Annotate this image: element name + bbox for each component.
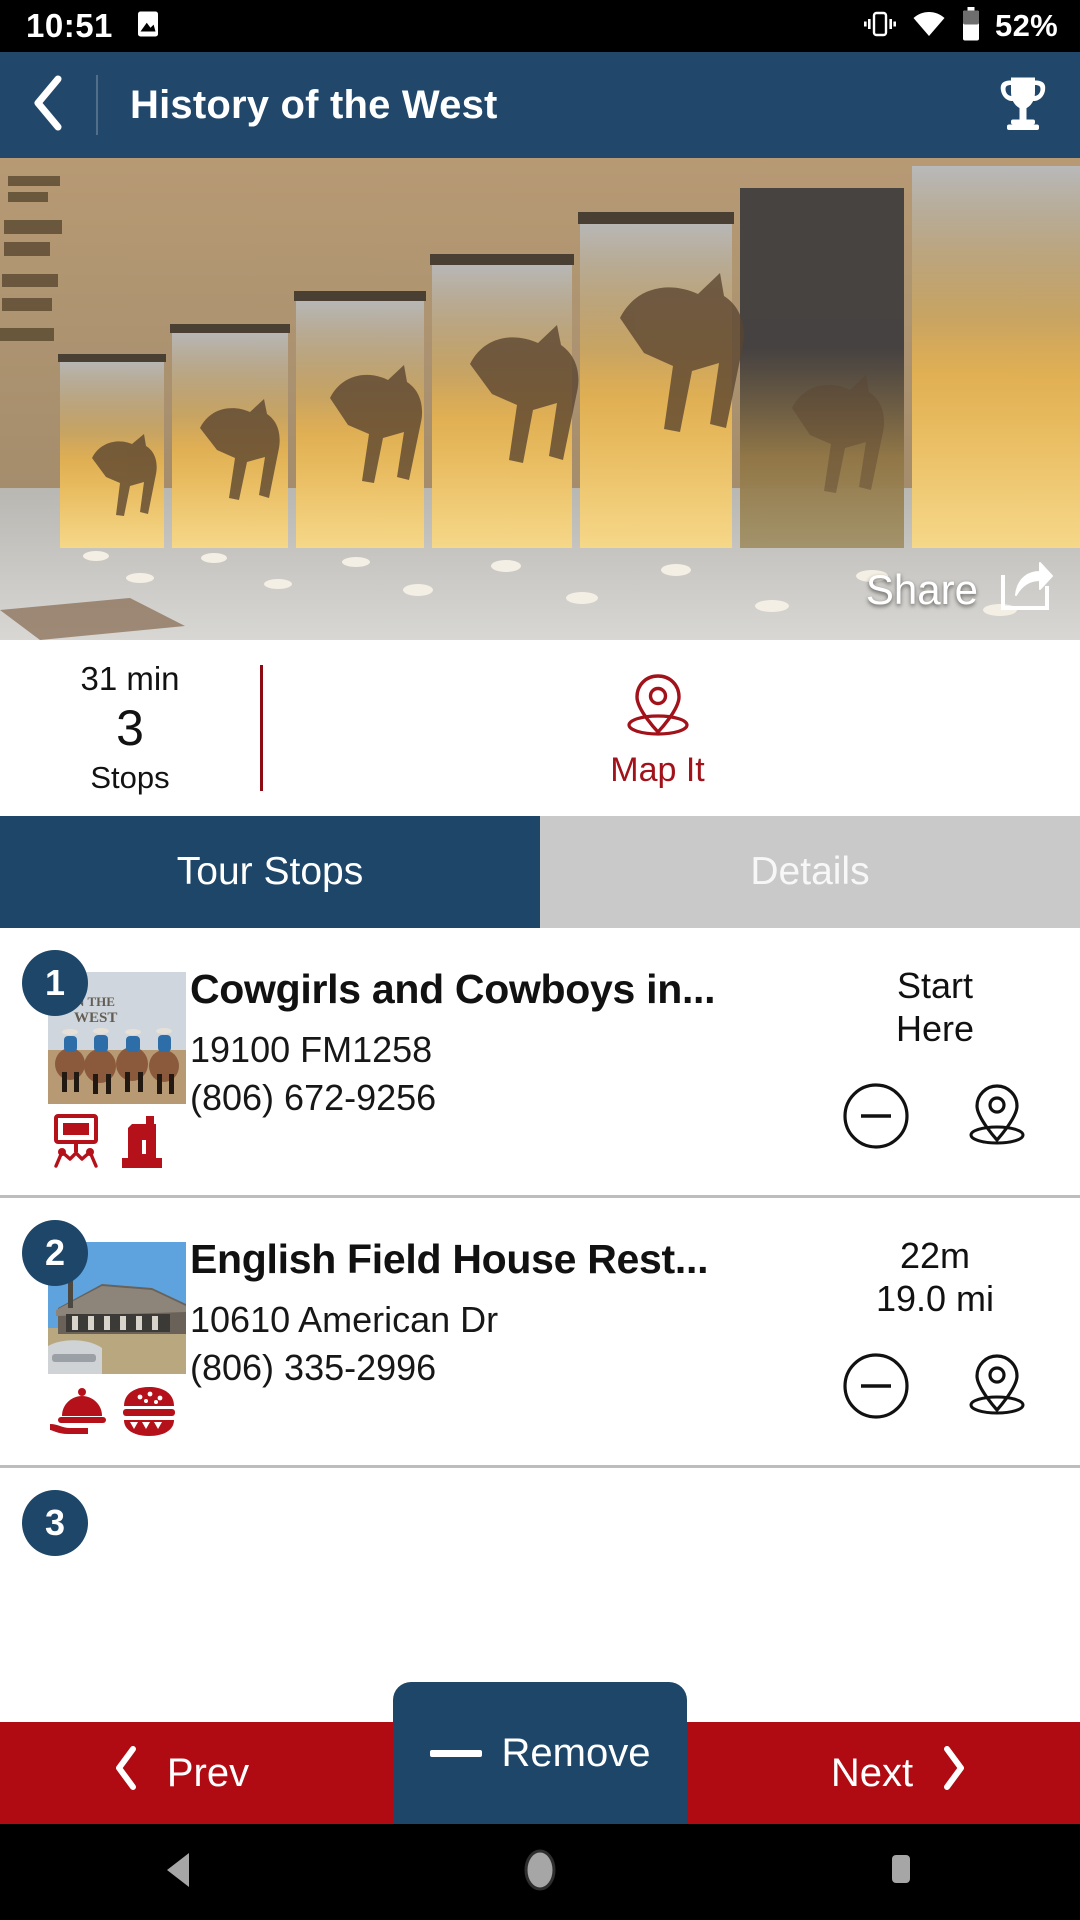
battery-icon [961, 6, 981, 46]
share-label: Share [865, 565, 978, 613]
dining-tray-icon [48, 1382, 106, 1445]
tour-duration: 31 min [80, 660, 180, 698]
trophy-button[interactable] [996, 72, 1050, 139]
status-bar-right: 52% [863, 6, 1058, 46]
map-it-button[interactable]: Map It [235, 666, 1080, 790]
page-title: History of the West [130, 82, 498, 127]
hero-image: Share [0, 158, 1080, 640]
header-divider [96, 75, 98, 135]
tour-stop-count-label: Stops [90, 759, 170, 795]
vibrate-icon [863, 9, 897, 44]
table-row[interactable]: 2 English Field House Rest... 10610 Amer… [0, 1198, 1080, 1468]
android-home-icon [517, 1845, 563, 1900]
stop-address: 19100 FM1258 [190, 1029, 433, 1070]
tour-stop-list: 1 IN THE WEST Cowgirls and Cowboys in...… [0, 928, 1080, 1714]
map-pin-outline-icon [969, 1354, 1025, 1415]
burger-icon [120, 1382, 178, 1445]
stop-meta: 22m 19.0 mi [876, 1234, 994, 1320]
prev-button[interactable]: Prev [0, 1745, 360, 1801]
stop-meta: Start Here [896, 964, 974, 1050]
map-pin-icon [619, 666, 697, 749]
android-back-icon [159, 1847, 201, 1898]
stop-category-icons [48, 1382, 190, 1445]
stop-phone[interactable]: (806) 672-9256 [190, 1077, 780, 1119]
remove-label: Remove [501, 1730, 651, 1775]
stop-media-column: 2 [0, 1220, 190, 1445]
tab-bar: Tour Stops Details [0, 816, 1080, 928]
stop-title: Cowgirls and Cowboys in... [190, 966, 716, 1012]
stop-info-column [190, 1490, 790, 1506]
stop-meta-line-1: 22m [899, 1235, 971, 1276]
stop-map-button[interactable] [964, 1080, 1030, 1152]
tab-tour-stops[interactable]: Tour Stops [0, 816, 540, 928]
chevron-right-icon [939, 1745, 969, 1801]
table-row[interactable]: 1 IN THE WEST Cowgirls and Cowboys in...… [0, 928, 1080, 1198]
stop-media-column: 3 [0, 1490, 190, 1556]
table-row[interactable]: 3 [0, 1468, 1080, 1714]
wifi-icon [911, 9, 947, 44]
stop-address: 10610 American Dr [190, 1299, 499, 1340]
exhibit-icon [48, 1112, 104, 1175]
app-header: History of the West [0, 52, 1080, 158]
status-bar-clock: 10:51 [26, 7, 113, 44]
chevron-left-icon [111, 1745, 141, 1801]
share-icon [998, 561, 1054, 618]
stop-action-column [790, 1490, 1080, 1504]
share-button[interactable]: Share [866, 561, 1054, 618]
remove-button[interactable]: Remove [393, 1682, 687, 1824]
stop-meta-line-2: Here [895, 1008, 975, 1050]
stop-media-column: 1 IN THE WEST [0, 950, 190, 1175]
android-recents-icon [880, 1847, 920, 1898]
next-button[interactable]: Next [720, 1745, 1080, 1801]
stop-actions [840, 1080, 1030, 1152]
back-button[interactable] [0, 52, 96, 158]
stats-summary: 31 min 3 Stops [0, 660, 260, 796]
minus-circle-icon [843, 1353, 909, 1419]
stop-action-column: 22m 19.0 mi [790, 1220, 1080, 1422]
battery-percent-label: 52% [995, 8, 1058, 43]
stop-map-button[interactable] [964, 1350, 1030, 1422]
stop-title: English Field House Rest... [190, 1236, 709, 1282]
map-it-label: Map It [610, 751, 705, 789]
image-icon [133, 9, 163, 44]
tour-stop-count: 3 [116, 700, 144, 757]
android-nav-bar [0, 1824, 1080, 1920]
stop-meta-line-2: 19.0 mi [875, 1278, 995, 1320]
remove-stop-button[interactable] [840, 1080, 912, 1152]
trophy-icon [996, 77, 1050, 138]
svg-text:WEST: WEST [74, 1010, 117, 1026]
stop-action-column: Start Here [790, 950, 1080, 1152]
remove-stop-button[interactable] [840, 1350, 912, 1422]
status-bar-left: 10:51 [26, 7, 163, 45]
tour-stats-bar: 31 min 3 Stops Map It [0, 640, 1080, 816]
android-home-button[interactable] [480, 1845, 600, 1900]
tab-details[interactable]: Details [540, 816, 1080, 928]
back-chevron-icon [28, 74, 68, 137]
minus-circle-icon [843, 1083, 909, 1149]
map-pin-outline-icon [969, 1084, 1025, 1145]
minus-dash-icon [429, 1749, 482, 1757]
monument-icon [118, 1112, 170, 1175]
stop-category-icons [48, 1112, 190, 1175]
stop-info-column: Cowgirls and Cowboys in... 19100 FM1258 … [190, 950, 790, 1119]
stop-meta-line-1: Start [896, 965, 974, 1006]
stop-number-badge: 1 [22, 950, 88, 1016]
android-recents-button[interactable] [840, 1847, 960, 1898]
stop-actions [840, 1350, 1030, 1422]
stop-number-badge: 3 [22, 1490, 88, 1556]
stop-number-badge: 2 [22, 1220, 88, 1286]
status-bar: 10:51 52% [0, 0, 1080, 52]
stop-phone[interactable]: (806) 335-2996 [190, 1347, 780, 1389]
stop-info-column: English Field House Rest... 10610 Americ… [190, 1220, 790, 1389]
prev-label: Prev [166, 1750, 250, 1795]
android-back-button[interactable] [120, 1847, 240, 1898]
next-label: Next [830, 1750, 914, 1795]
